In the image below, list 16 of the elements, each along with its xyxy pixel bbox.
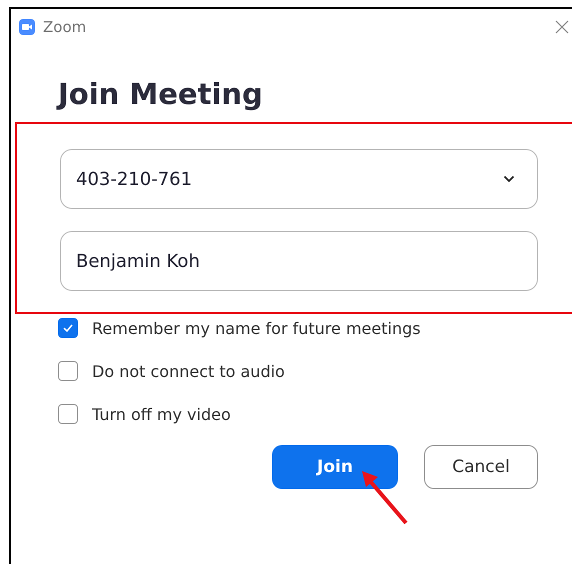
window-title: Zoom xyxy=(43,18,86,36)
close-icon[interactable] xyxy=(554,19,570,35)
dialog-heading: Join Meeting xyxy=(58,77,264,111)
checkbox[interactable] xyxy=(58,404,78,424)
join-button[interactable]: Join xyxy=(272,445,398,489)
chevron-down-icon xyxy=(503,175,515,183)
checkbox[interactable] xyxy=(58,361,78,381)
checkbox[interactable] xyxy=(58,318,78,338)
video-camera-icon xyxy=(19,19,35,35)
meeting-id-dropdown[interactable]: 403-210-761 xyxy=(60,149,538,209)
checkbox-label[interactable]: Do not connect to audio xyxy=(92,362,285,380)
name-input-field[interactable]: Benjamin Koh xyxy=(60,231,538,291)
pointer-arrow xyxy=(360,469,410,525)
checkbox-label[interactable]: Remember my name for future meetings xyxy=(92,318,421,338)
checkbox-label[interactable]: Turn off my video xyxy=(92,404,231,424)
cancel-button[interactable]: Cancel xyxy=(424,445,538,489)
